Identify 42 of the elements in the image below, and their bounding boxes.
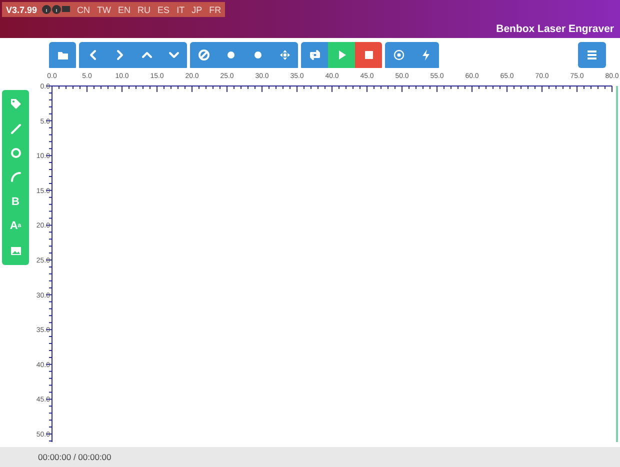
elapsed-time: 00:00:00 / 00:00:00 [38, 452, 112, 462]
arc-icon [10, 171, 22, 184]
text-tool[interactable]: B [2, 190, 29, 214]
info-icon[interactable] [42, 5, 52, 14]
info-icon[interactable] [52, 5, 62, 14]
language-link[interactable]: CN [77, 4, 90, 14]
line-icon [10, 122, 22, 135]
version-label: V3.7.99 [6, 4, 38, 14]
menu-icon [586, 49, 598, 61]
language-link[interactable]: RU [138, 4, 151, 14]
ban-button[interactable] [190, 42, 217, 68]
language-link[interactable]: IT [176, 4, 185, 14]
repeat-button[interactable] [301, 42, 328, 68]
dot-icon [252, 49, 264, 61]
dot-icon [224, 49, 236, 61]
circle-icon [10, 146, 22, 159]
stop-button[interactable] [355, 42, 382, 68]
ban-icon [198, 49, 210, 61]
text-tool[interactable]: A$^{a}$ [2, 214, 29, 238]
chevron-left-button[interactable] [79, 42, 106, 68]
language-link[interactable]: EN [118, 4, 131, 14]
language-link[interactable]: JP [192, 4, 202, 14]
bolt-icon [420, 49, 432, 61]
bolt-button[interactable] [412, 42, 439, 68]
language-link[interactable]: TW [97, 4, 112, 14]
move-icon [278, 49, 290, 61]
language-link[interactable]: ES [158, 4, 170, 14]
tag-icon [10, 98, 22, 110]
folder-button[interactable] [49, 42, 76, 68]
picture-icon [10, 244, 22, 257]
stop-icon [362, 49, 374, 61]
menu-button[interactable] [578, 42, 606, 68]
app-title: Benbox Laser Engraver [496, 23, 614, 35]
play-button[interactable] [328, 42, 355, 68]
chevron-up-icon [140, 49, 152, 61]
target-button[interactable] [385, 42, 412, 68]
language-link[interactable]: FR [209, 4, 222, 14]
chevron-down-icon [168, 49, 180, 61]
folder-icon [56, 49, 68, 61]
move-button[interactable] [271, 42, 298, 68]
target-icon [392, 49, 404, 61]
chevron-down-button[interactable] [160, 42, 187, 68]
